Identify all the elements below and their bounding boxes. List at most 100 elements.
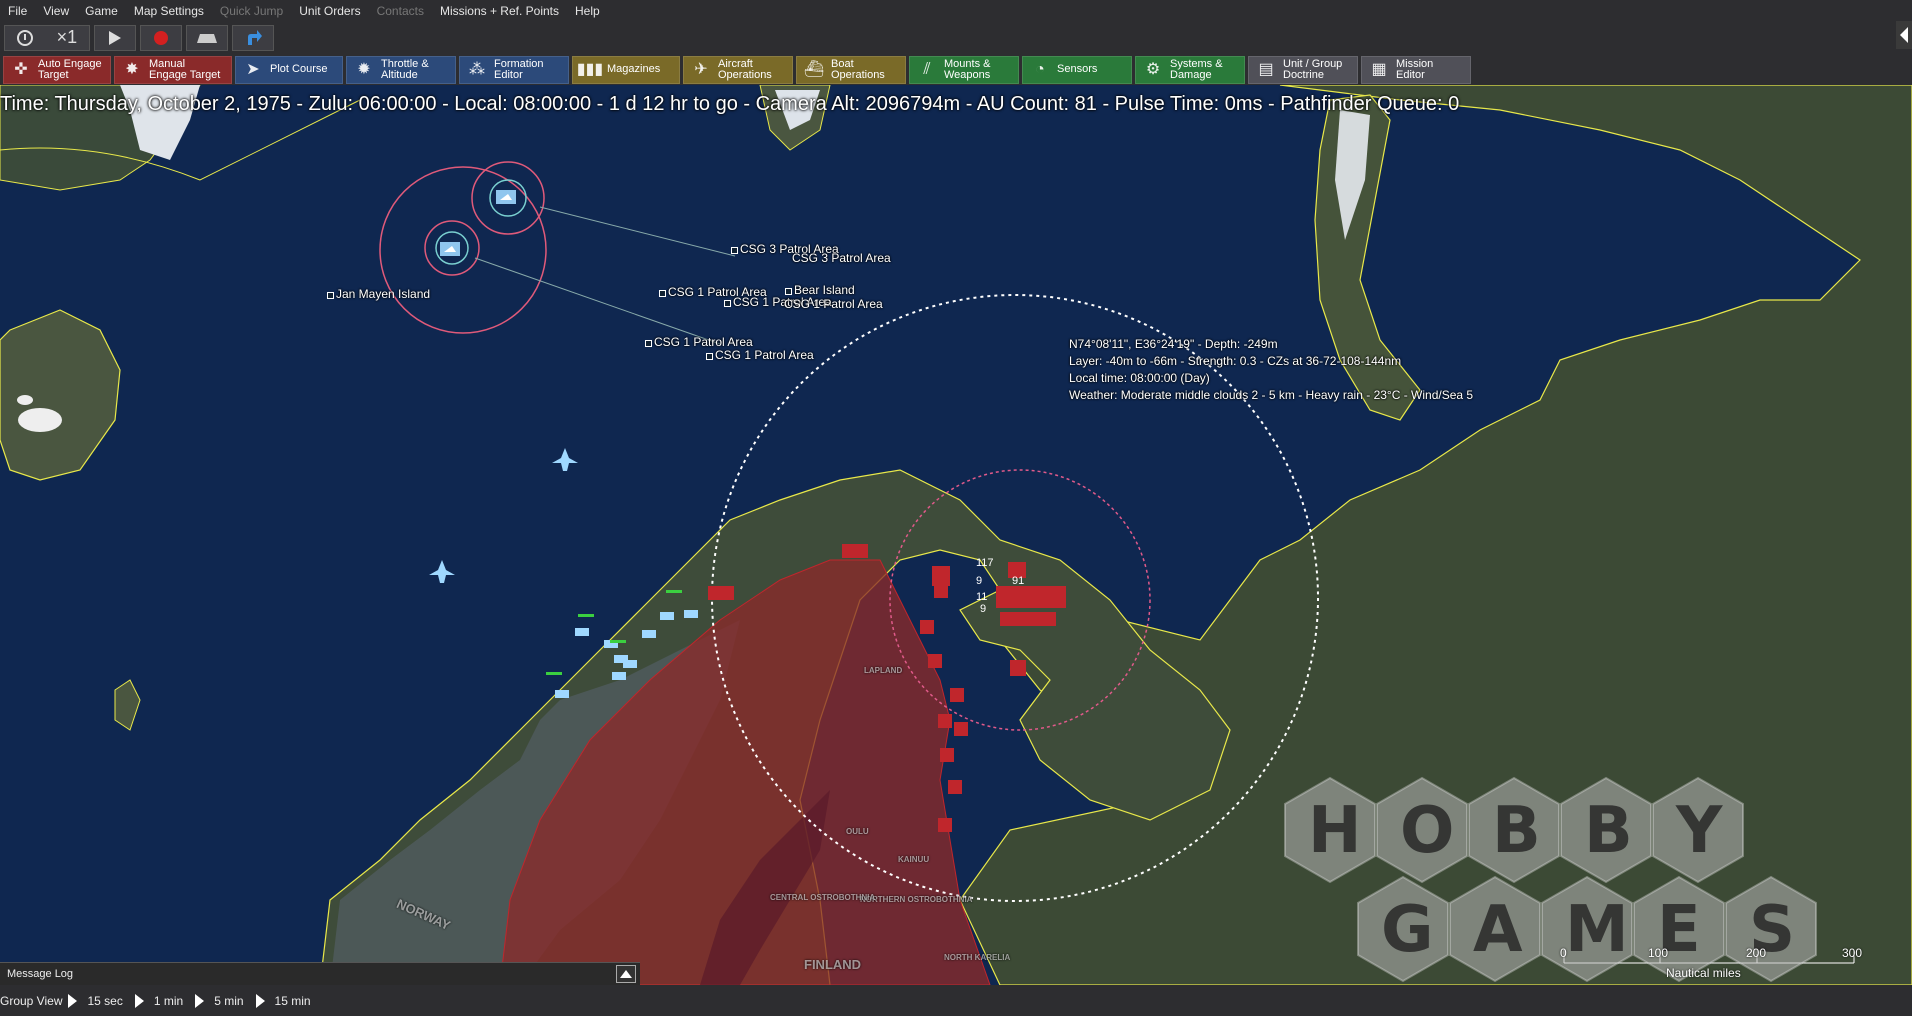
magazines-label: Magazines xyxy=(607,63,661,75)
menu-file[interactable]: File xyxy=(0,4,35,18)
map-label-jan-mayen[interactable]: Jan Mayen Island xyxy=(327,287,430,301)
watermark-letter: B xyxy=(1584,794,1633,868)
aircraft-operations-label: Aircraft Operations xyxy=(718,57,772,81)
menu-map-settings[interactable]: Map Settings xyxy=(126,4,212,18)
time-step-15sec[interactable]: 15 sec xyxy=(68,993,123,1008)
menu-contacts[interactable]: Contacts xyxy=(369,4,432,18)
command-ribbon: ✜ Auto Engage Target ✸ Manual Engage Target … xyxy=(0,54,1912,85)
magazines-button[interactable]: ▮▮▮ Magazines xyxy=(572,55,680,84)
map-label-csg1-e[interactable]: CSG 1 Patrol Area xyxy=(706,348,814,362)
watermark-letter: G xyxy=(1381,893,1434,967)
scale-tick: 200 xyxy=(1746,946,1767,960)
play-button[interactable] xyxy=(94,24,136,51)
radar-icon: ◔ xyxy=(1035,61,1045,78)
svg-text:91: 91 xyxy=(1012,575,1024,587)
formation-editor-label: Formation Editor xyxy=(494,57,544,81)
time-step-15min[interactable]: 15 min xyxy=(255,993,311,1008)
plot-course-label: Plot Course xyxy=(270,63,328,75)
systems-damage-label: Systems & Damage xyxy=(1170,57,1223,81)
geo-label-lapland: LAPLAND xyxy=(864,666,903,675)
scale-legend: 0 100 200 300 Nautical miles xyxy=(1560,930,1862,990)
reference-point-marker xyxy=(724,300,731,307)
scale-unit: Nautical miles xyxy=(1666,966,1741,980)
reference-point-marker xyxy=(706,353,713,360)
time-compression-label: ×1 xyxy=(56,27,78,47)
mission-editor-button[interactable]: ▦ Mission Editor xyxy=(1361,55,1471,84)
unit-group-doctrine-button[interactable]: ▤ Unit / Group Doctrine xyxy=(1248,55,1358,84)
throttle-altitude-button[interactable]: ✹ Throttle & Altitude xyxy=(346,55,456,84)
geo-label-central-ostrobothnia: CENTRAL OSTROBOTHNIA xyxy=(770,893,876,902)
crosshair-icon: ✜ xyxy=(14,61,28,78)
menu-view[interactable]: View xyxy=(35,4,77,18)
menu-missions[interactable]: Missions + Ref. Points xyxy=(432,4,567,18)
group-view-label[interactable]: Group View xyxy=(0,994,68,1008)
weapons-icon: ⫽ xyxy=(923,61,931,78)
manual-engage-button[interactable]: ✸ Manual Engage Target xyxy=(114,55,232,84)
menu-quick-jump[interactable]: Quick Jump xyxy=(212,4,291,18)
geo-label-kainuu: KAINUU xyxy=(898,855,930,864)
watermark-letter: H xyxy=(1308,794,1362,868)
sensors-button[interactable]: ◔ Sensors xyxy=(1022,55,1132,84)
menu-help[interactable]: Help xyxy=(567,4,608,18)
watermark-letter: B xyxy=(1492,794,1541,868)
play-icon xyxy=(68,993,78,1008)
burst-icon: ✸ xyxy=(125,61,139,78)
boat-operations-label: Boat Operations xyxy=(831,57,885,81)
info-local-time: Local time: 08:00:00 (Day) xyxy=(1069,371,1210,385)
play-icon xyxy=(134,993,144,1008)
time-step-5min[interactable]: 5 min xyxy=(195,993,244,1008)
side-panel-toggle[interactable] xyxy=(1896,21,1912,49)
svg-text:9: 9 xyxy=(976,575,982,587)
mission-icon: ▦ xyxy=(1371,61,1387,78)
map-label-csg1-d[interactable]: CSG 1 Patrol Area xyxy=(645,335,753,349)
formation-editor-button[interactable]: ⁂ Formation Editor xyxy=(459,55,569,84)
watermark-letter: O xyxy=(1400,794,1455,868)
clock-icon xyxy=(16,29,33,46)
aircraft-operations-button[interactable]: ✈ Aircraft Operations xyxy=(683,55,793,84)
play-icon xyxy=(195,993,205,1008)
map-label-csg3-b[interactable]: CSG 3 Patrol Area xyxy=(792,251,891,265)
plot-course-button[interactable]: ➤ Plot Course xyxy=(235,55,343,84)
unit-group-doctrine-label: Unit / Group Doctrine xyxy=(1283,57,1343,81)
csg-carrier-2[interactable] xyxy=(440,242,460,256)
geo-label-finland: FINLAND xyxy=(804,957,862,972)
auto-engage-button[interactable]: ✜ Auto Engage Target xyxy=(3,55,111,84)
scale-tick: 100 xyxy=(1648,946,1669,960)
info-weather: Weather: Moderate middle clouds 2 - 5 km… xyxy=(1069,388,1474,402)
arrow-up-icon xyxy=(620,970,632,978)
message-log-expand-button[interactable] xyxy=(616,965,636,983)
time-compression-button[interactable]: ×1 xyxy=(4,24,90,51)
info-coordinates: N74°08'11", E36°24'19" - Depth: -249m xyxy=(1069,337,1278,351)
ship-view-icon xyxy=(197,33,217,43)
csg-carrier-1[interactable] xyxy=(496,190,516,204)
map-label-csg1-c[interactable]: CSG 1 Patrol Area xyxy=(784,297,883,311)
record-icon xyxy=(154,30,168,45)
app-window: File View Game Map Settings Quick Jump U… xyxy=(0,0,1912,1016)
menu-game[interactable]: Game xyxy=(77,4,126,18)
menu-unit-orders[interactable]: Unit Orders xyxy=(291,4,368,18)
boat-operations-button[interactable]: ⛴ Boat Operations xyxy=(796,55,906,84)
ship-view-button[interactable] xyxy=(186,24,228,51)
tactical-map[interactable]: 117 9 91 11 9 CSG 3 Patrol Area CSG 3 Pa… xyxy=(0,85,1912,985)
bottom-bar: Group View 15 sec 1 min 5 min 15 min xyxy=(0,985,1912,1016)
scale-tick: 0 xyxy=(1560,946,1567,960)
jump-button[interactable] xyxy=(232,24,274,51)
message-log-bar[interactable]: Message Log xyxy=(0,962,640,985)
auto-engage-label: Auto Engage Target xyxy=(38,57,102,81)
formation-icon: ⁂ xyxy=(469,61,485,78)
jump-icon xyxy=(248,29,262,45)
sensors-label: Sensors xyxy=(1057,63,1098,75)
time-controls: ×1 xyxy=(0,21,1912,54)
gear-icon: ⚙ xyxy=(1145,61,1161,78)
chevron-left-icon xyxy=(1900,27,1908,43)
mounts-weapons-button[interactable]: ⫽ Mounts & Weapons xyxy=(909,55,1019,84)
message-log-label: Message Log xyxy=(7,968,74,980)
systems-damage-button[interactable]: ⚙ Systems & Damage xyxy=(1135,55,1245,84)
reference-point-marker xyxy=(645,340,652,347)
svg-text:11: 11 xyxy=(976,591,987,603)
reference-point-marker xyxy=(327,292,334,299)
record-button[interactable] xyxy=(140,24,182,51)
svg-text:9: 9 xyxy=(980,603,986,615)
time-step-1min[interactable]: 1 min xyxy=(134,993,183,1008)
geo-label-oulu: OULU xyxy=(846,827,869,836)
